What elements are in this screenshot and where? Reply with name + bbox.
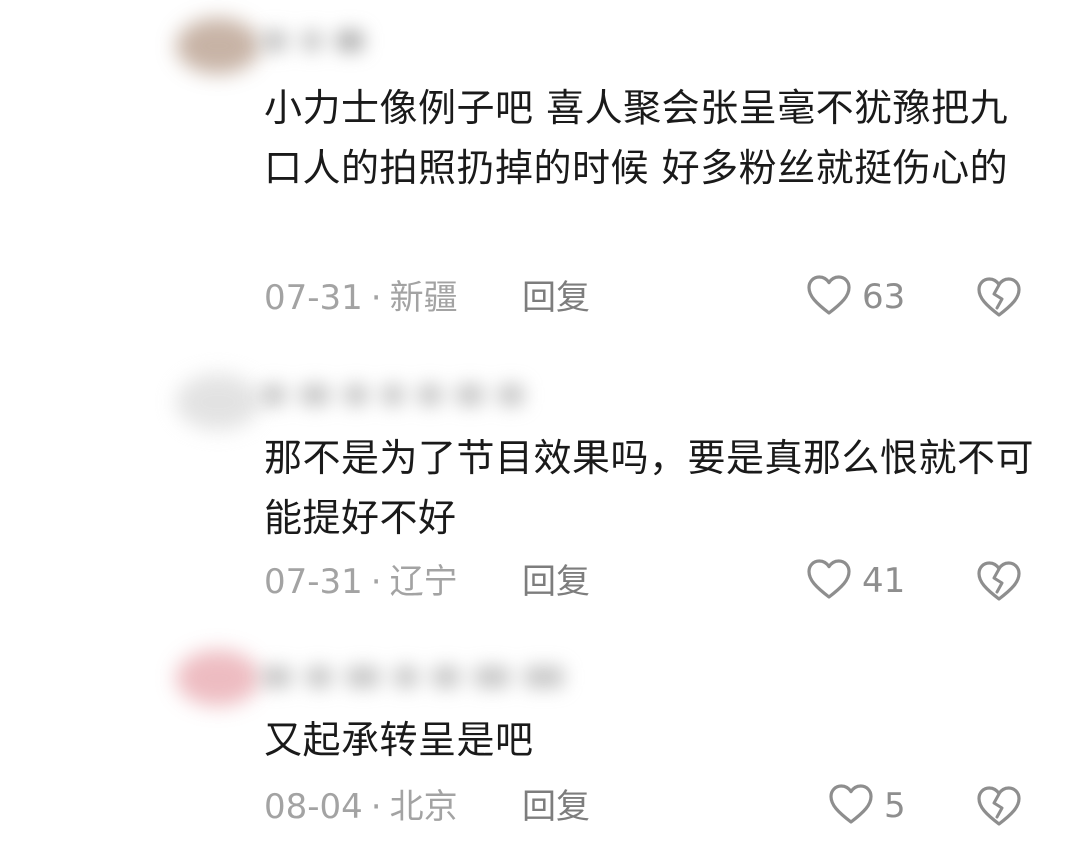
broken-heart-icon xyxy=(976,561,1022,606)
heart-outline-icon xyxy=(806,558,852,604)
comment-date: 07-31 xyxy=(264,278,363,318)
broken-heart-icon xyxy=(976,786,1022,831)
dislike-button[interactable] xyxy=(976,785,1022,827)
username-blurred[interactable] xyxy=(262,30,378,64)
meta-separator: · xyxy=(370,562,382,602)
reply-button[interactable]: 回复 xyxy=(522,276,590,320)
like-button[interactable]: 41 xyxy=(806,556,905,606)
comment-location: 北京 xyxy=(389,787,458,827)
comment-item: 那不是为了节目效果吗，要是真那么恨就不可能提好不好 07-31 · 辽宁 回复 41 xyxy=(0,360,1080,620)
comment-meta: 07-31 · 新疆 回复 xyxy=(264,276,590,320)
comment-item: 小力士像例子吧 喜人聚会张呈毫不犹豫把九口人的拍照扔掉的时候 好多粉丝就挺伤心的… xyxy=(0,0,1080,340)
meta-separator: · xyxy=(370,787,382,827)
dislike-button[interactable] xyxy=(976,560,1022,602)
comment-text: 那不是为了节目效果吗，要是真那么恨就不可能提好不好 xyxy=(264,436,1035,540)
avatar[interactable] xyxy=(176,650,260,706)
avatar[interactable] xyxy=(176,374,260,430)
like-button[interactable]: 5 xyxy=(828,781,906,831)
comment-date: 08-04 xyxy=(264,787,363,827)
username-blurred[interactable] xyxy=(262,384,538,418)
comment-meta: 08-04 · 北京 回复 xyxy=(264,785,590,829)
heart-outline-icon xyxy=(806,274,852,320)
comment-text: 小力士像例子吧 喜人聚会张呈毫不犹豫把九口人的拍照扔掉的时候 好多粉丝就挺伤心的 xyxy=(264,86,1009,190)
avatar[interactable] xyxy=(176,18,260,74)
username-blurred[interactable] xyxy=(262,666,578,700)
comment-location: 新疆 xyxy=(389,278,458,318)
like-count: 41 xyxy=(862,561,906,601)
like-count: 63 xyxy=(862,277,906,317)
comment-location: 辽宁 xyxy=(389,562,458,602)
comment-date: 07-31 xyxy=(264,562,363,602)
comment-text: 又起承转呈是吧 xyxy=(264,718,534,762)
broken-heart-icon xyxy=(976,277,1022,322)
heart-outline-icon xyxy=(828,783,874,829)
like-count: 5 xyxy=(884,786,906,826)
meta-separator: · xyxy=(370,278,382,318)
like-button[interactable]: 63 xyxy=(806,272,905,322)
comment-meta: 07-31 · 辽宁 回复 xyxy=(264,560,590,604)
dislike-button[interactable] xyxy=(976,276,1022,318)
reply-button[interactable]: 回复 xyxy=(522,560,590,604)
reply-button[interactable]: 回复 xyxy=(522,785,590,829)
comment-item: 又起承转呈是吧 08-04 · 北京 回复 5 xyxy=(0,636,1080,843)
